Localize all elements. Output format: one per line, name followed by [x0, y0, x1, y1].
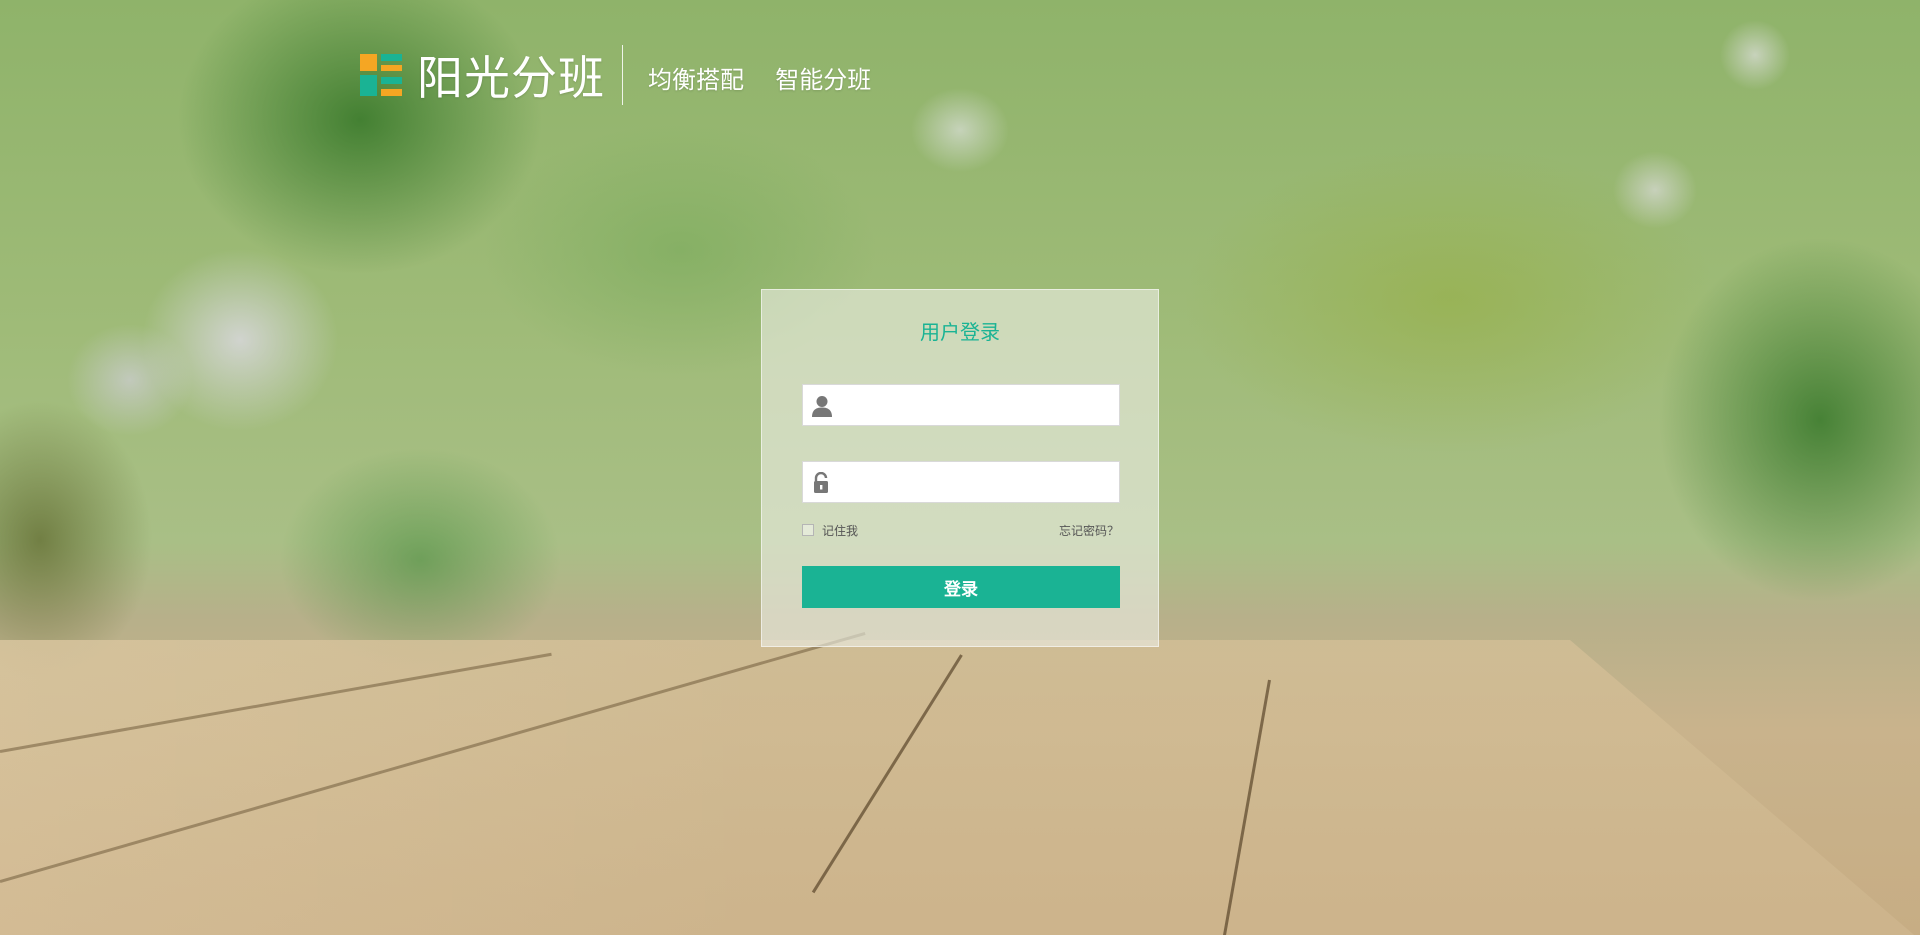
user-icon: [812, 395, 832, 417]
password-field[interactable]: [802, 461, 1120, 503]
remember-me-label: 记住我: [822, 523, 859, 538]
login-button[interactable]: 登录: [802, 566, 1120, 608]
remember-me-checkbox[interactable]: [802, 524, 814, 536]
login-panel: 用户登录 记住我 忘记密码？ 登录: [761, 289, 1159, 647]
password-input[interactable]: [841, 462, 1119, 502]
header-divider: [622, 45, 623, 105]
username-field[interactable]: [802, 384, 1120, 426]
brand-slogan: 均衡搭配 智能分班: [648, 66, 872, 94]
forgot-password-link[interactable]: 忘记密码？: [1059, 522, 1119, 539]
brand-name: 阳光分班: [417, 51, 605, 105]
unlock-icon: [812, 471, 832, 494]
remember-me[interactable]: 记住我: [802, 522, 858, 538]
login-title: 用户登录: [920, 320, 1000, 344]
username-input[interactable]: [841, 385, 1119, 425]
logo-icon: [360, 54, 402, 96]
